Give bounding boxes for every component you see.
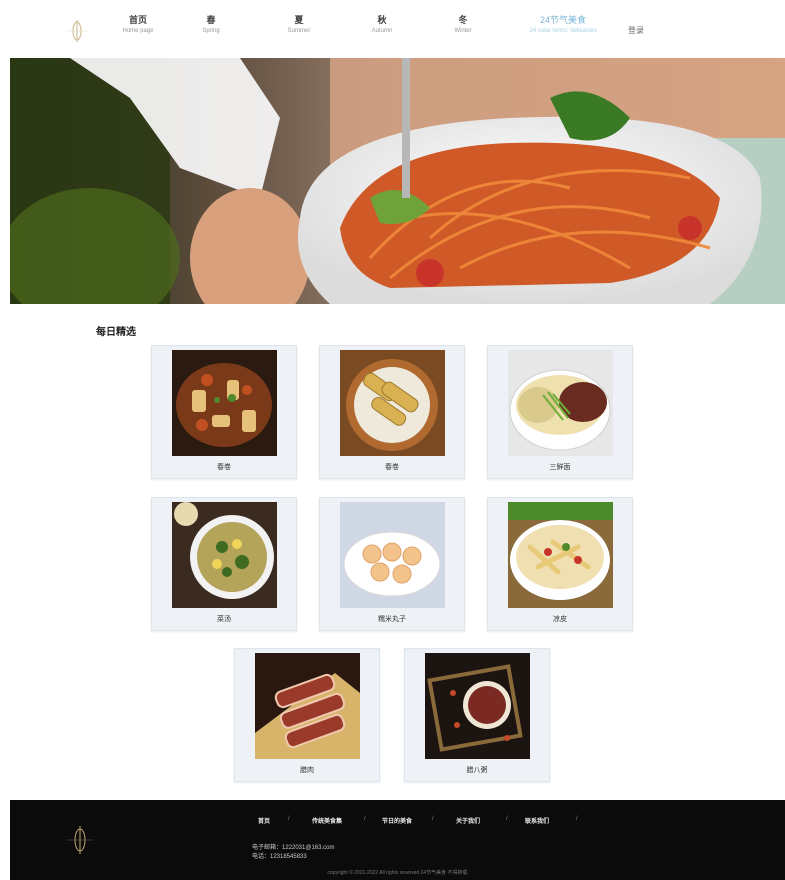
footer: 首页 / 传统美食集 / 节日的美食 / 关于我们 / 联系我们 / 电子邮箱：… — [10, 800, 785, 880]
footer-link-contact[interactable]: 联系我们 — [525, 816, 549, 825]
footer-logo-icon — [67, 826, 93, 854]
food-image — [340, 502, 445, 608]
login-link[interactable]: 登录 — [628, 25, 644, 36]
food-image — [172, 502, 277, 608]
food-card[interactable]: 菜汤 — [151, 497, 297, 631]
nav-home[interactable]: 首页 Home page — [118, 14, 158, 48]
nav-winter-label: 冬 — [458, 15, 468, 25]
food-name: 腊肉 — [300, 767, 314, 774]
food-name: 凉皮 — [553, 616, 567, 623]
food-card[interactable]: 春卷 — [151, 345, 297, 479]
nav-spring-sub: Spring — [202, 28, 220, 34]
footer-separator: / — [288, 816, 290, 822]
nav-solar-terms-label: 24节气美食 — [539, 15, 586, 25]
nav-summer-sub: Summer — [287, 28, 311, 34]
nav-home-label: 首页 — [128, 15, 147, 25]
nav-autumn-sub: Autumn — [371, 28, 393, 34]
footer-separator: / — [576, 816, 578, 822]
footer-separator: / — [432, 816, 434, 822]
food-image — [340, 350, 445, 456]
footer-link-festival[interactable]: 节日的美食 — [382, 816, 412, 825]
nav-autumn[interactable]: 秋 Autumn — [365, 14, 399, 48]
footer-email: 电子邮箱：1222031@163.com — [252, 845, 335, 851]
food-card[interactable]: 腊肉 — [234, 648, 380, 782]
nav-winter[interactable]: 冬 Winter — [448, 14, 478, 48]
food-card[interactable]: 腊八粥 — [404, 648, 550, 782]
footer-link-about[interactable]: 关于我们 — [456, 816, 480, 825]
nav-solar-terms-sub: 24 solar terms' delicacies — [529, 28, 597, 34]
food-card[interactable]: 春卷 — [319, 345, 465, 479]
hero-banner — [10, 58, 785, 304]
nav-winter-sub: Winter — [454, 28, 472, 34]
food-image — [255, 653, 360, 759]
footer-link-traditional[interactable]: 传统美食集 — [312, 816, 342, 825]
nav-autumn-label: 秋 — [377, 15, 387, 25]
footer-phone: 电话：12318545833 — [252, 854, 307, 860]
food-image — [508, 350, 613, 456]
food-card[interactable]: 糯米丸子 — [319, 497, 465, 631]
food-name: 菜汤 — [217, 616, 231, 623]
hero-salad-image — [10, 58, 785, 304]
nav-spring-label: 春 — [206, 15, 216, 25]
footer-link-home[interactable]: 首页 — [258, 816, 270, 825]
top-navbar: 首页 Home page 春 Spring 夏 Summer 秋 Autumn … — [0, 0, 785, 58]
food-card[interactable]: 三鲜面 — [487, 345, 633, 479]
food-name: 三鲜面 — [549, 464, 571, 471]
food-card[interactable]: 凉皮 — [487, 497, 633, 631]
logo-icon[interactable] — [64, 18, 90, 44]
nav-summer-label: 夏 — [294, 15, 304, 25]
footer-separator: / — [506, 816, 508, 822]
food-image — [508, 502, 613, 608]
footer-copyright: copyright © 2021-2022 All rights reserve… — [327, 870, 468, 876]
nav-home-sub: Home page — [122, 28, 154, 34]
food-image — [425, 653, 530, 759]
footer-separator: / — [364, 816, 366, 822]
nav-summer[interactable]: 夏 Summer — [282, 14, 316, 48]
food-name: 春卷 — [217, 464, 231, 471]
food-name: 春卷 — [385, 464, 399, 471]
food-name: 腊八粥 — [466, 767, 488, 774]
section-title: 每日精选 — [96, 327, 136, 338]
food-name: 糯米丸子 — [378, 616, 406, 623]
nav-solar-terms[interactable]: 24节气美食 24 solar terms' delicacies — [518, 14, 608, 48]
nav-spring[interactable]: 春 Spring — [196, 14, 226, 48]
food-image — [172, 350, 277, 456]
